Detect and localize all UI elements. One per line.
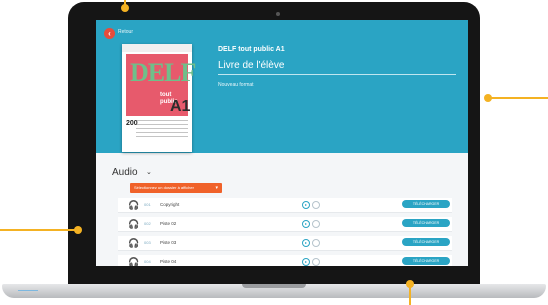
headphones-icon: 🎧 <box>128 219 140 229</box>
more-icon[interactable] <box>312 201 320 209</box>
back-label[interactable]: Retour <box>118 29 133 35</box>
list-item[interactable]: 🎧 001 Copyright ▸ TÉLÉCHARGER <box>118 198 452 213</box>
audio-section-heading[interactable]: Audio <box>112 167 138 178</box>
headphones-icon: 🎧 <box>128 257 140 266</box>
download-button[interactable]: TÉLÉCHARGER <box>402 200 450 208</box>
track-number: 004 <box>144 259 151 264</box>
folder-select-label: Sélectionnez un dossier à afficher <box>134 185 194 190</box>
track-label: Piste 03 <box>160 240 177 245</box>
book-cover: DELF tout public A1 200 <box>122 44 196 152</box>
more-icon[interactable] <box>312 220 320 228</box>
track-number: 001 <box>144 202 151 207</box>
play-icon[interactable]: ▸ <box>302 239 310 247</box>
book-edition: Nouveau format <box>218 82 254 88</box>
callout-dot-top <box>121 4 129 12</box>
audio-list: 🎧 001 Copyright ▸ TÉLÉCHARGER 🎧 002 Pist… <box>118 198 452 266</box>
play-icon[interactable]: ▸ <box>302 201 310 209</box>
laptop-notch <box>242 284 306 288</box>
list-item[interactable]: 🎧 004 Piste 04 ▸ TÉLÉCHARGER <box>118 255 452 266</box>
chevron-left-icon: ‹ <box>108 29 111 38</box>
track-label: Copyright <box>160 202 180 207</box>
chevron-down-icon[interactable]: ⌄ <box>146 168 152 176</box>
page-title: Livre de l'élève <box>218 60 285 71</box>
camera-icon <box>276 12 280 16</box>
cover-level: A1 <box>170 98 191 115</box>
callout-dot-left <box>74 226 82 234</box>
callout-dot-right <box>484 94 492 102</box>
status-light <box>18 290 38 291</box>
book-header: ‹ Retour DELF tout public A1 200 DELF to… <box>96 20 468 153</box>
cover-top-band <box>122 44 192 52</box>
cover-details <box>136 120 188 140</box>
more-icon[interactable] <box>312 239 320 247</box>
headphones-icon: 🎧 <box>128 200 140 210</box>
book-label: DELF tout public A1 <box>218 46 285 53</box>
track-number: 003 <box>144 240 151 245</box>
caret-down-icon: ▾ <box>215 185 218 191</box>
download-button[interactable]: TÉLÉCHARGER <box>402 238 450 246</box>
list-item[interactable]: 🎧 002 Piste 02 ▸ TÉLÉCHARGER <box>118 217 452 232</box>
title-divider <box>218 74 456 75</box>
track-number: 002 <box>144 221 151 226</box>
headphones-icon: 🎧 <box>128 238 140 248</box>
download-button[interactable]: TÉLÉCHARGER <box>402 257 450 265</box>
cover-title: DELF <box>130 58 196 87</box>
callout-dot-bottom <box>406 280 414 288</box>
folder-select[interactable]: Sélectionnez un dossier à afficher ▾ <box>130 183 222 193</box>
callout-line-left <box>0 229 78 231</box>
app-screen: ‹ Retour DELF tout public A1 200 DELF to… <box>96 20 468 266</box>
download-button[interactable]: TÉLÉCHARGER <box>402 219 450 227</box>
play-icon[interactable]: ▸ <box>302 220 310 228</box>
list-item[interactable]: 🎧 003 Piste 03 ▸ TÉLÉCHARGER <box>118 236 452 251</box>
play-icon[interactable]: ▸ <box>302 258 310 266</box>
more-icon[interactable] <box>312 258 320 266</box>
track-label: Piste 02 <box>160 221 177 226</box>
track-label: Piste 04 <box>160 259 177 264</box>
cover-main: DELF tout public A1 <box>126 54 196 116</box>
back-button[interactable]: ‹ <box>104 28 115 39</box>
callout-line-right <box>488 97 548 99</box>
